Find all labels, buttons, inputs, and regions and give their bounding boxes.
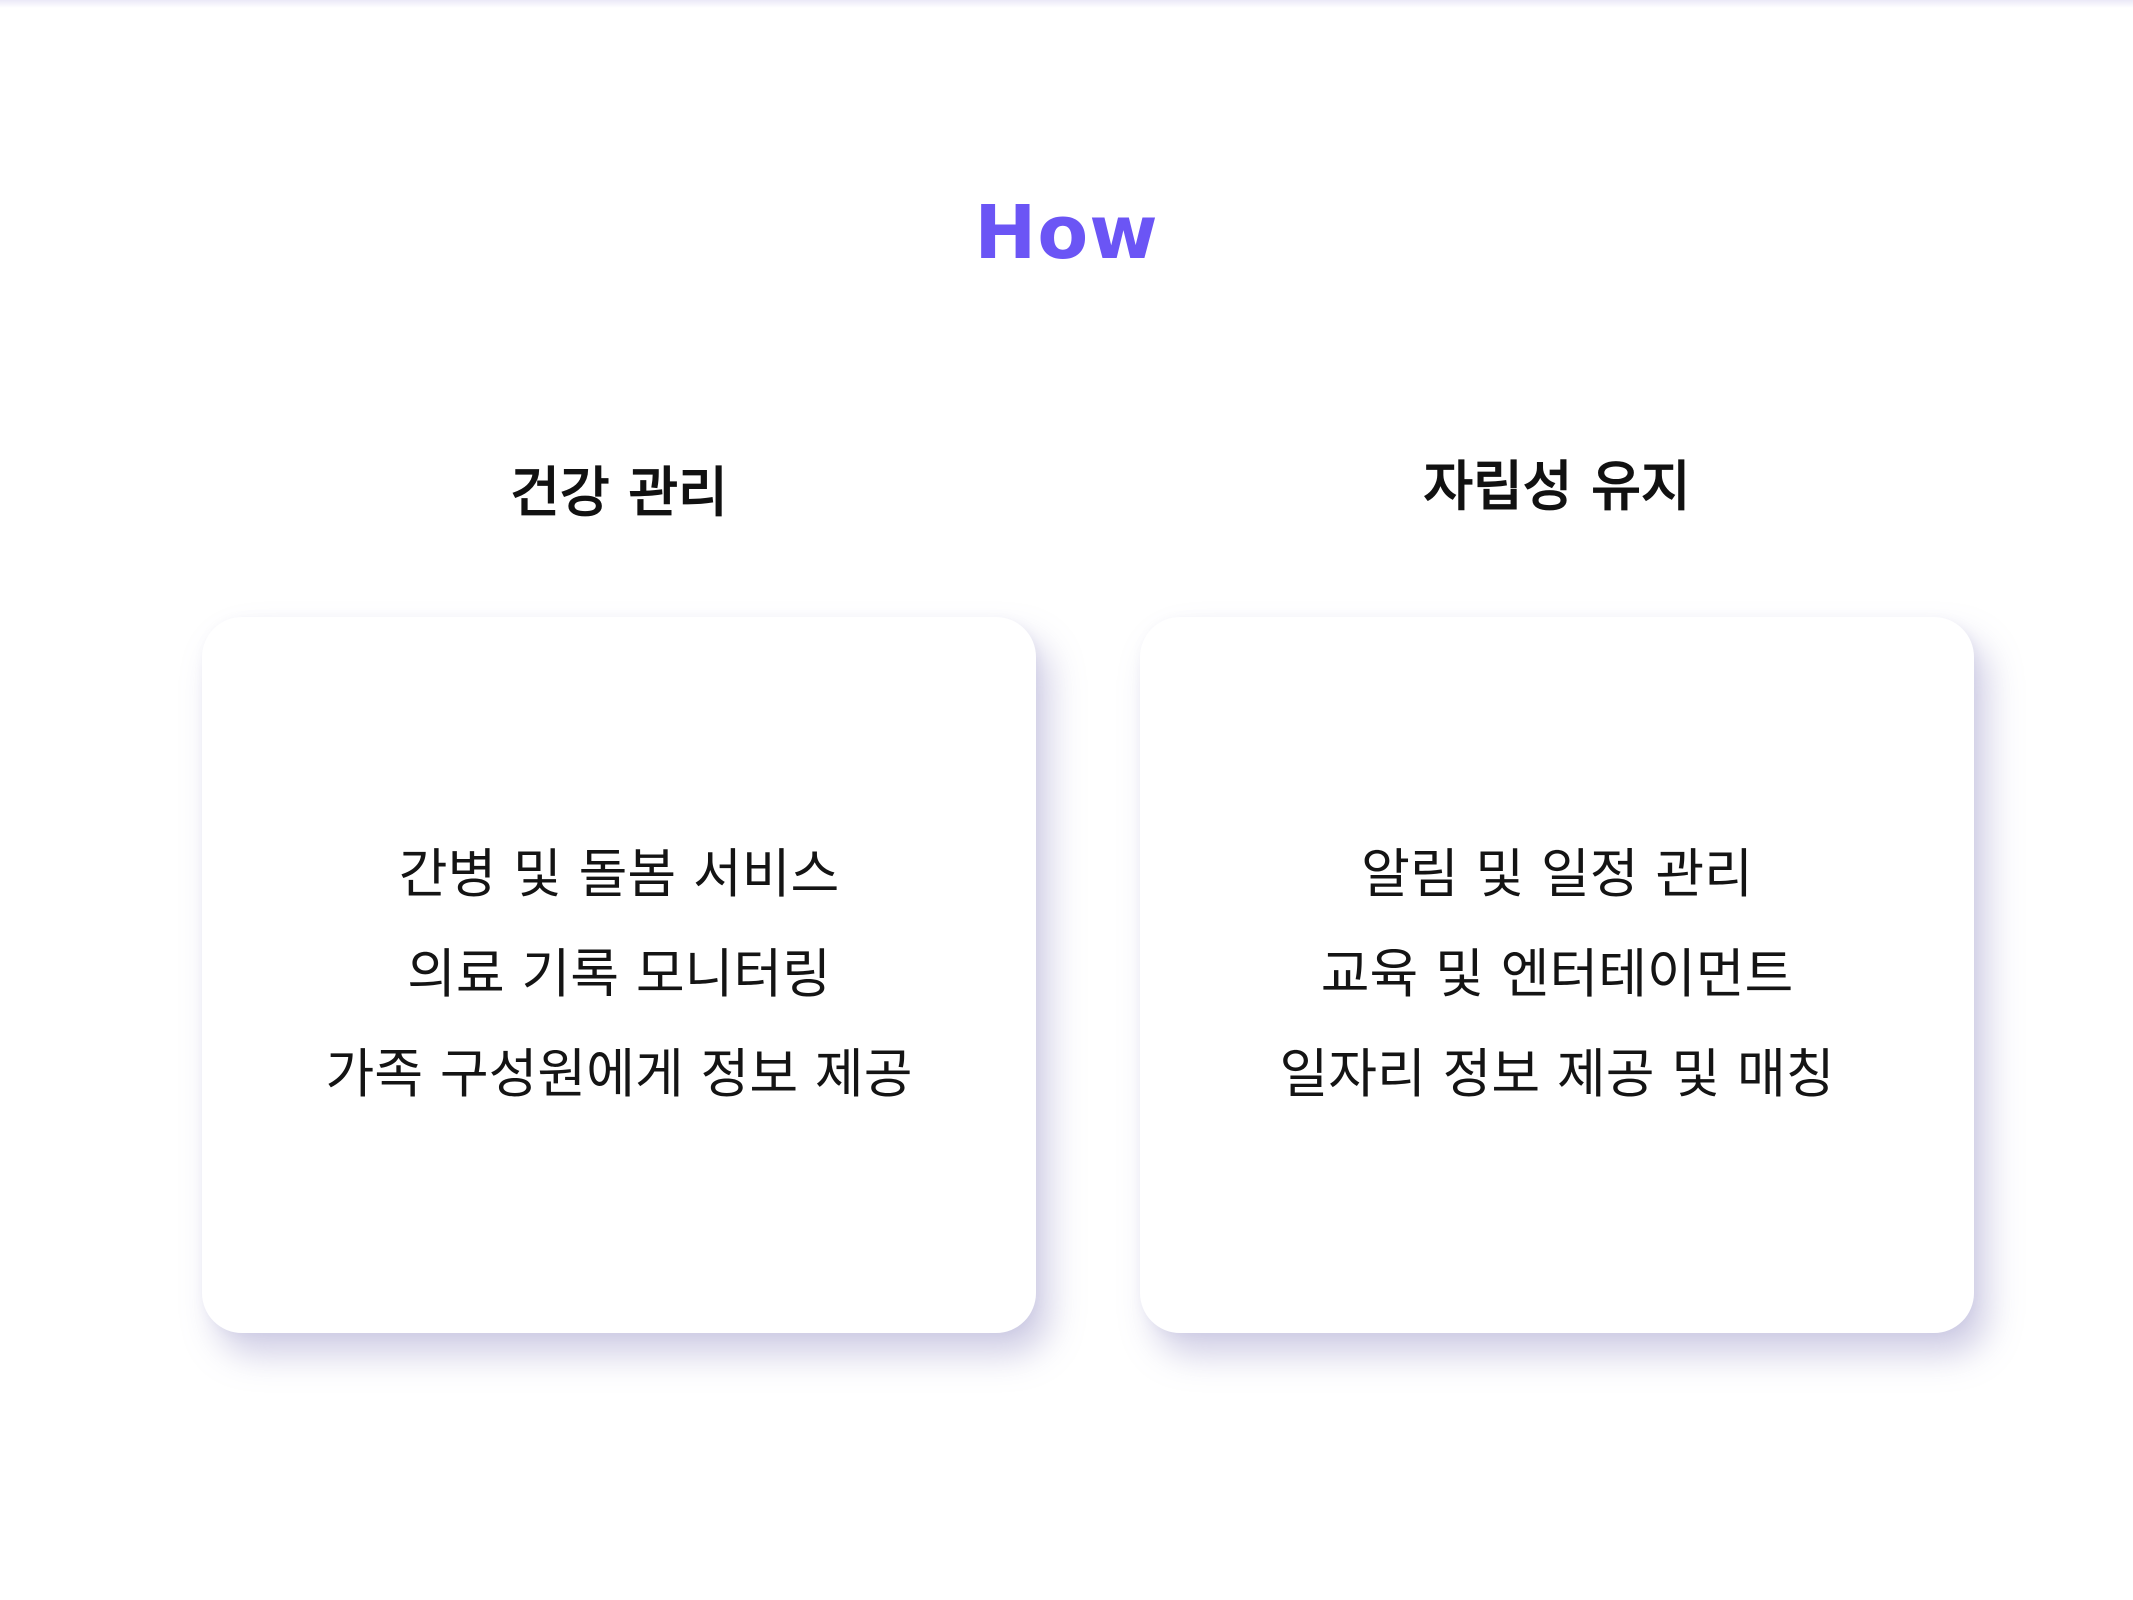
card-item: 알림 및 일정 관리 [1361, 844, 1753, 905]
health-card: 간병 및 돌봄 서비스 의료 기록 모니터링 가족 구성원에게 정보 제공 [202, 617, 1036, 1333]
independence-card: 알림 및 일정 관리 교육 및 엔터테이먼트 일자리 정보 제공 및 매칭 [1140, 617, 1974, 1333]
card-item: 일자리 정보 제공 및 매칭 [1279, 1044, 1835, 1105]
column-title-health: 건강 관리 [510, 461, 728, 524]
card-item: 간병 및 돌봄 서비스 [398, 844, 840, 905]
card-item: 교육 및 엔터테이먼트 [1320, 944, 1794, 1005]
top-divider [0, 0, 2133, 8]
column-title-independence: 자립성 유지 [1423, 455, 1691, 518]
card-item: 의료 기록 모니터링 [407, 944, 831, 1005]
card-item: 가족 구성원에게 정보 제공 [325, 1044, 913, 1105]
section-heading: How [974, 190, 1159, 276]
